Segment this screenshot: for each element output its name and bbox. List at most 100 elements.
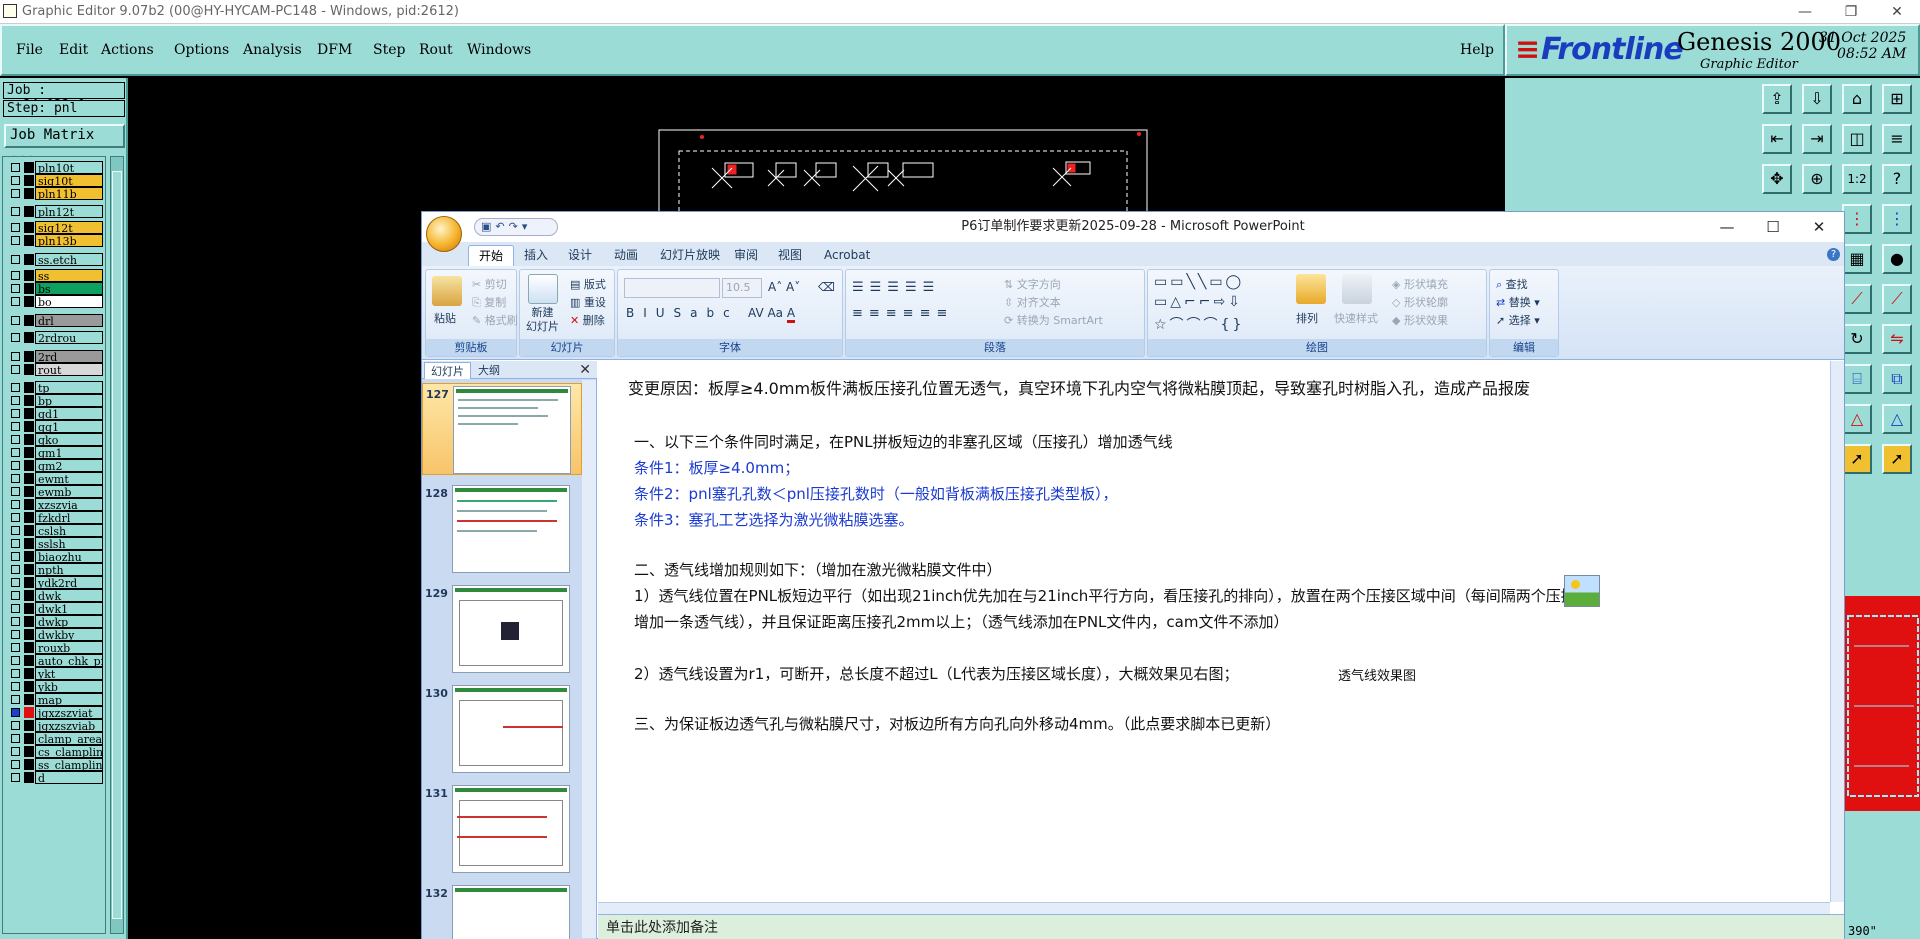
menu-options[interactable]: Options xyxy=(174,42,229,58)
layer-row[interactable]: sig10t xyxy=(5,174,103,187)
layer-name[interactable]: drl xyxy=(35,314,103,327)
align-text-button[interactable]: ⇳ 对齐文本 xyxy=(1004,294,1061,310)
layer-name[interactable]: cs_clampline xyxy=(35,745,103,758)
layer-name[interactable]: ydk2rd xyxy=(35,576,103,589)
font-size-select[interactable]: 10.5 xyxy=(722,278,762,298)
tab-design[interactable]: 设计 xyxy=(558,245,602,266)
tool-warning-icon[interactable]: △ xyxy=(1842,404,1872,434)
layer-checkbox[interactable] xyxy=(11,297,20,306)
layer-row[interactable]: clamp_area xyxy=(5,732,103,745)
tab-view[interactable]: 视图 xyxy=(768,245,812,266)
layer-row[interactable]: dwkby xyxy=(5,628,103,641)
tool-copy-icon[interactable]: ⧉ xyxy=(1882,364,1912,394)
copy-button[interactable]: ⎘ 复制 xyxy=(472,294,506,310)
menu-windows[interactable]: Windows xyxy=(467,42,531,58)
ppt-minimize-button[interactable]: — xyxy=(1704,212,1750,242)
tool-pointer-icon[interactable]: ➚ xyxy=(1842,444,1872,474)
layout-button[interactable]: ▤ 版式 xyxy=(570,276,606,292)
tool-home-icon[interactable]: ⌂ xyxy=(1842,84,1872,114)
layer-checkbox[interactable] xyxy=(11,565,20,574)
shape-outline-button[interactable]: ◇ 形状轮廓 xyxy=(1392,294,1448,310)
tab-acrobat[interactable]: Acrobat xyxy=(814,245,880,266)
tool-route-icon[interactable]: ⟋ xyxy=(1842,284,1872,314)
clear-format-icon[interactable]: ⌫ xyxy=(818,280,835,294)
layer-row[interactable]: cs_clampline xyxy=(5,745,103,758)
layer-checkbox[interactable] xyxy=(11,284,20,293)
tool-scale-icon[interactable]: 1:2 xyxy=(1842,164,1872,194)
layer-checkbox[interactable] xyxy=(11,163,20,172)
layer-checkbox[interactable] xyxy=(11,721,20,730)
job-matrix-button[interactable]: Job Matrix ... xyxy=(4,124,125,162)
layer-name[interactable]: ss.etch xyxy=(35,253,103,266)
slide-thumbnail[interactable]: 132 xyxy=(422,883,582,939)
layer-row[interactable]: jgxzszviat xyxy=(5,706,103,719)
layer-name[interactable]: clamp_area xyxy=(35,732,103,745)
layer-name[interactable]: rouxb xyxy=(35,641,103,654)
delete-button[interactable]: ✕ 删除 xyxy=(570,312,605,328)
layer-name[interactable]: tp xyxy=(35,381,103,394)
layer-name[interactable]: dwk xyxy=(35,589,103,602)
office-button[interactable] xyxy=(426,216,462,252)
layer-row[interactable]: map xyxy=(5,693,103,706)
layer-row[interactable]: ewmb xyxy=(5,485,103,498)
shape-fill-button[interactable]: ◈ 形状填充 xyxy=(1392,276,1448,292)
layer-name[interactable]: ss_clampline xyxy=(35,758,103,771)
layer-name[interactable]: dwkp xyxy=(35,615,103,628)
slide-canvas[interactable]: 变更原因：板厚≥4.0mm板件满板压接孔位置无透气，真空环境下孔内空气将微粘膜顶… xyxy=(598,361,1844,902)
layer-row[interactable]: bs xyxy=(5,282,103,295)
layer-checkbox[interactable] xyxy=(11,734,20,743)
layer-checkbox[interactable] xyxy=(11,747,20,756)
layer-row[interactable]: ykt xyxy=(5,667,103,680)
replace-button[interactable]: ⇄ 替换 ▾ xyxy=(1496,294,1540,310)
menu-file[interactable]: File xyxy=(16,42,43,58)
layer-name[interactable]: map xyxy=(35,693,103,706)
layer-checkbox[interactable] xyxy=(11,365,20,374)
tab-review[interactable]: 审阅 xyxy=(724,245,768,266)
layer-row[interactable]: tp xyxy=(5,381,103,394)
layer-name[interactable]: dwkby xyxy=(35,628,103,641)
text-direction-button[interactable]: ⇅ 文字方向 xyxy=(1004,276,1061,292)
layer-name[interactable]: gm1 xyxy=(35,446,103,459)
tool-help-icon[interactable]: ? xyxy=(1882,164,1912,194)
layer-name[interactable]: gko xyxy=(35,433,103,446)
paste-button[interactable]: 粘贴 xyxy=(434,310,456,326)
layer-row[interactable]: pln12t xyxy=(5,205,103,218)
layer-name[interactable]: gd1 xyxy=(35,407,103,420)
layer-name[interactable]: cslsh xyxy=(35,524,103,537)
layer-checkbox[interactable] xyxy=(11,643,20,652)
slide-thumbnail[interactable]: 131 xyxy=(422,783,582,875)
layer-name[interactable]: sslsh xyxy=(35,537,103,550)
menu-rout[interactable]: Rout xyxy=(419,42,453,58)
layer-row[interactable]: ss xyxy=(5,269,103,282)
shapes-gallery[interactable]: ▭▭╲╲▭◯ xyxy=(1154,274,1244,290)
tab-slides[interactable]: 幻灯片 xyxy=(424,362,471,379)
tool-mirror-icon[interactable]: ◫ xyxy=(1842,124,1872,154)
layer-checkbox[interactable] xyxy=(11,578,20,587)
layer-row[interactable]: rouxb xyxy=(5,641,103,654)
layer-row[interactable]: 2rdrou xyxy=(5,331,103,344)
tool-rotate-icon[interactable]: ↻ xyxy=(1842,324,1872,354)
layer-name[interactable]: auto_chk_pn. xyxy=(35,654,103,667)
layer-name[interactable]: jgxzszviat xyxy=(35,706,103,719)
layer-row[interactable]: ykb xyxy=(5,680,103,693)
layer-checkbox[interactable] xyxy=(11,773,20,782)
layer-name[interactable]: npth xyxy=(35,563,103,576)
slide-thumbnail[interactable]: 129 xyxy=(422,583,582,675)
tool-save-icon[interactable]: ⇩ xyxy=(1802,84,1832,114)
tab-slideshow[interactable]: 幻灯片放映 xyxy=(650,245,730,266)
embedded-image-icon[interactable] xyxy=(1564,575,1600,607)
layer-name[interactable]: bo xyxy=(35,295,103,308)
menu-help[interactable]: Help xyxy=(1460,42,1494,58)
tab-animation[interactable]: 动画 xyxy=(604,245,648,266)
shape-effect-button[interactable]: ◆ 形状效果 xyxy=(1392,312,1448,328)
layer-row[interactable]: ydk2rd xyxy=(5,576,103,589)
layer-name[interactable]: ewmb xyxy=(35,485,103,498)
pane-close-icon[interactable]: ✕ xyxy=(579,362,591,378)
layer-row[interactable]: gm2 xyxy=(5,459,103,472)
layer-checkbox[interactable] xyxy=(11,422,20,431)
slide-horizontal-scrollbar[interactable] xyxy=(598,902,1830,914)
layer-checkbox[interactable] xyxy=(11,474,20,483)
ppt-close-button[interactable]: ✕ xyxy=(1796,212,1842,242)
list-buttons[interactable]: ☰☰☰☰☰ xyxy=(852,280,940,295)
layer-name[interactable]: sig12t xyxy=(35,221,103,234)
